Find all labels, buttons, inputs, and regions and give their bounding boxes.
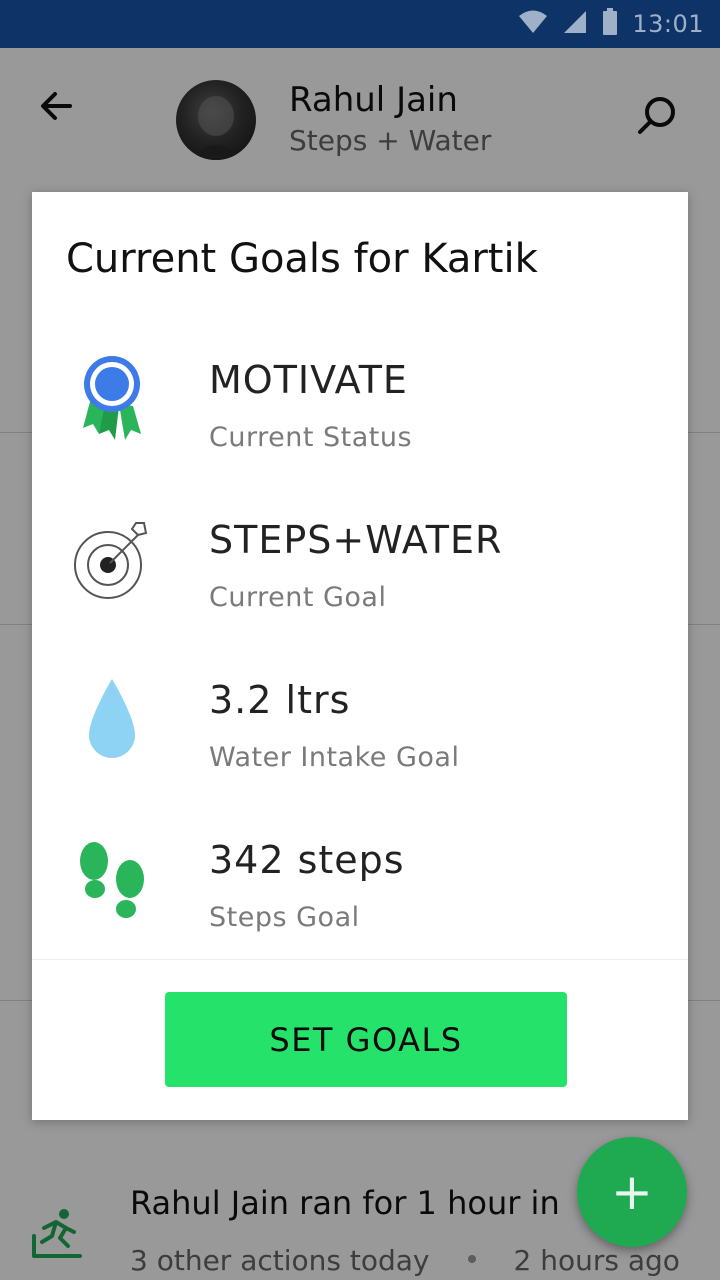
goal-row-steps: 342 steps Steps Goal	[32, 822, 688, 962]
goal-row-goal: STEPS+WATER Current Goal	[32, 502, 688, 642]
goal-value: 342 steps	[209, 838, 405, 882]
dialog-footer-divider	[32, 959, 688, 960]
add-fab-button[interactable]: +	[577, 1137, 687, 1247]
goal-value: 3.2 ltrs	[209, 678, 351, 722]
goal-row-status: MOTIVATE Current Status	[32, 342, 688, 482]
goals-dialog: Current Goals for Kartik MOTIVATE Curren…	[32, 192, 688, 1120]
goal-label: Current Goal	[209, 582, 387, 613]
goal-label: Current Status	[209, 422, 413, 453]
goal-label: Steps Goal	[209, 902, 360, 933]
goal-value: MOTIVATE	[209, 358, 408, 402]
status-icons: 13:01	[518, 0, 704, 48]
status-time: 13:01	[632, 10, 704, 38]
dialog-title: Current Goals for Kartik	[66, 236, 538, 282]
status-bar: 13:01	[0, 0, 720, 48]
goal-value: STEPS+WATER	[209, 518, 503, 562]
goal-label: Water Intake Goal	[209, 742, 460, 773]
ribbon-badge-icon	[72, 352, 152, 442]
wifi-icon	[518, 9, 548, 39]
goal-row-water: 3.2 ltrs Water Intake Goal	[32, 662, 688, 802]
plus-icon: +	[611, 1163, 653, 1221]
target-icon	[72, 514, 152, 604]
battery-icon	[602, 8, 618, 40]
footprints-icon	[72, 836, 152, 926]
set-goals-button[interactable]: SET GOALS	[165, 992, 567, 1087]
water-drop-icon	[72, 674, 152, 764]
cell-signal-icon	[562, 9, 588, 39]
